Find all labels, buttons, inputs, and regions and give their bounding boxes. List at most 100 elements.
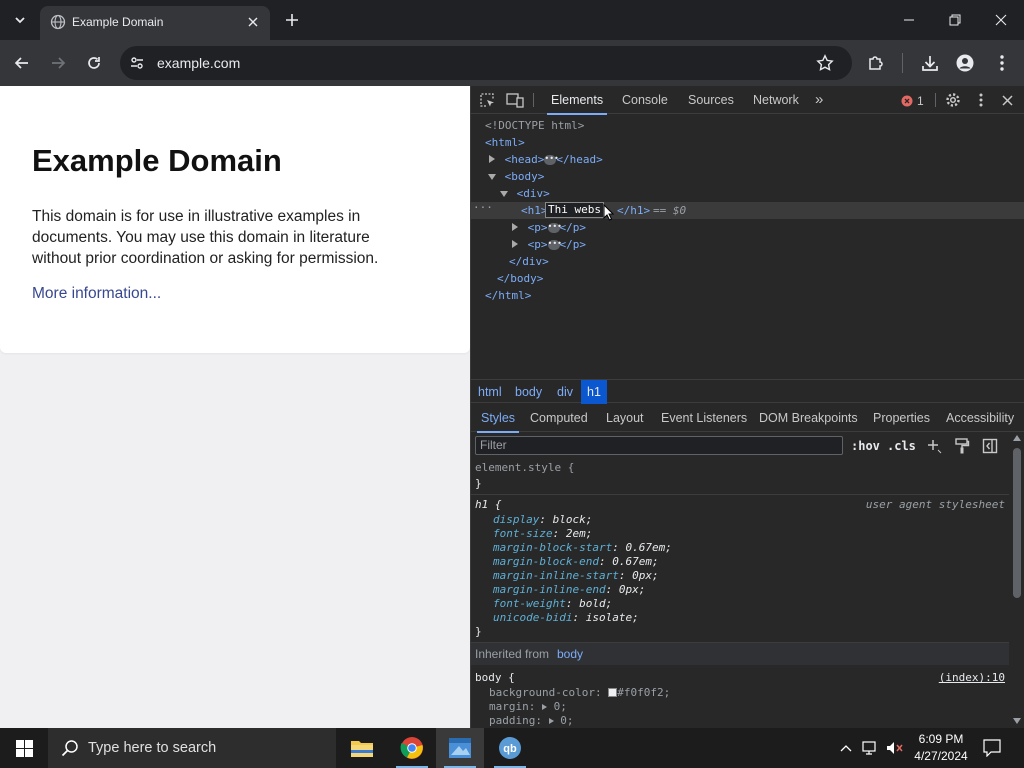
style-declaration[interactable]: font-weight: bold;: [493, 597, 612, 611]
stylesheet-source-link[interactable]: (index):10: [939, 671, 1005, 685]
back-button[interactable]: [10, 51, 34, 75]
more-tabs-button[interactable]: »: [811, 86, 827, 114]
breadcrumb-div[interactable]: div: [551, 380, 579, 404]
profile-button[interactable]: [953, 51, 977, 75]
scrollbar-thumb[interactable]: [1013, 448, 1021, 598]
address-bar[interactable]: example.com: [120, 46, 852, 80]
scroll-down-icon[interactable]: [1013, 718, 1021, 724]
devtools-close-button[interactable]: [998, 91, 1016, 109]
h1-inline-editor[interactable]: Thi webs: [545, 202, 604, 218]
dom-node-h1-selected[interactable]: ··· <h1> Thi webs </h1> == $0: [471, 199, 1024, 221]
tab-console[interactable]: Console: [618, 86, 672, 114]
color-swatch[interactable]: [608, 688, 618, 697]
tab-elements[interactable]: Elements: [547, 86, 608, 115]
downloads-button[interactable]: [918, 51, 942, 75]
scroll-up-icon[interactable]: [1013, 435, 1021, 441]
ellipsis-icon[interactable]: •••: [544, 155, 559, 165]
expand-arrow-icon[interactable]: [512, 223, 518, 231]
volume-muted-icon[interactable]: [886, 740, 904, 756]
site-info-icon[interactable]: [129, 55, 145, 71]
collapse-arrow-icon[interactable]: [500, 191, 508, 197]
expand-arrow-icon[interactable]: [512, 240, 518, 248]
system-clock[interactable]: 6:09 PM 4/27/2024: [906, 731, 976, 765]
inherited-declaration[interactable]: margin: 0;: [489, 700, 567, 714]
tab-properties[interactable]: Properties: [869, 404, 934, 432]
hover-state-toggle[interactable]: :hov: [851, 437, 880, 455]
inherited-declaration[interactable]: padding: 0;: [489, 714, 573, 728]
dom-node-body-close[interactable]: </body>: [497, 270, 543, 287]
style-declaration[interactable]: margin-inline-start: 0px;: [493, 569, 659, 583]
body-selector[interactable]: body {: [475, 671, 515, 685]
taskbar-file-explorer[interactable]: [338, 728, 386, 768]
node-actions-icon[interactable]: ···: [473, 199, 493, 216]
dom-node-html-close[interactable]: </html>: [485, 287, 531, 304]
style-declaration[interactable]: display: block;: [493, 513, 592, 527]
inspect-element-button[interactable]: [478, 91, 496, 109]
ellipsis-icon[interactable]: •••: [547, 240, 562, 250]
start-button[interactable]: [0, 728, 48, 768]
new-tab-button[interactable]: [280, 8, 304, 32]
expand-arrow-icon[interactable]: [489, 155, 495, 163]
tab-sources[interactable]: Sources: [684, 86, 738, 114]
tab-styles[interactable]: Styles: [477, 404, 520, 433]
tab-computed[interactable]: Computed: [526, 404, 592, 432]
inherited-declaration[interactable]: background-color: #f0f0f2;: [489, 686, 670, 700]
tab-search-button[interactable]: [8, 8, 32, 32]
taskbar-qbittorrent[interactable]: qb: [486, 728, 534, 768]
more-information-link[interactable]: More information...: [32, 285, 161, 303]
notification-icon[interactable]: [983, 739, 1001, 757]
browser-menu-button[interactable]: [990, 51, 1014, 75]
dom-node-html[interactable]: <html>: [485, 134, 525, 151]
tab-dom-breakpoints[interactable]: DOM Breakpoints: [755, 404, 862, 432]
device-toolbar-button[interactable]: [506, 91, 524, 109]
breadcrumb-html[interactable]: html: [472, 380, 508, 404]
tab-network[interactable]: Network: [749, 86, 803, 114]
close-window-button[interactable]: [978, 0, 1024, 40]
h1-selector[interactable]: h1 {: [475, 498, 502, 512]
network-icon[interactable]: [862, 740, 880, 756]
inherited-from-link[interactable]: body: [557, 647, 583, 661]
expand-arrow-icon[interactable]: [542, 704, 547, 710]
tab-accessibility[interactable]: Accessibility: [942, 404, 1018, 432]
class-toggle[interactable]: .cls: [887, 437, 916, 455]
tab-layout[interactable]: Layout: [602, 404, 648, 432]
style-declaration[interactable]: unicode-bidi: isolate;: [493, 611, 639, 625]
styles-scrollbar[interactable]: [1011, 432, 1023, 728]
devtools-settings-button[interactable]: [944, 91, 962, 109]
browser-tab[interactable]: Example Domain: [40, 6, 270, 40]
collapse-arrow-icon[interactable]: [488, 174, 496, 180]
reload-button[interactable]: [82, 51, 106, 75]
breadcrumb-h1[interactable]: h1: [581, 380, 607, 404]
dom-node-body[interactable]: <body>: [488, 168, 544, 185]
error-counter[interactable]: 1: [901, 93, 924, 109]
taskbar-app-window[interactable]: [436, 728, 484, 768]
dom-node-head[interactable]: <head>•••</head>: [489, 151, 603, 168]
paint-roller-icon[interactable]: [954, 438, 970, 454]
style-declaration[interactable]: margin-inline-end: 0px;: [493, 583, 645, 597]
taskbar-chrome[interactable]: [388, 728, 436, 768]
chevron-up-icon[interactable]: [840, 743, 852, 753]
restore-button[interactable]: [932, 0, 978, 40]
toggle-sidebar-icon[interactable]: [982, 438, 998, 454]
tab-close-button[interactable]: [244, 13, 262, 31]
dom-node-p[interactable]: <p>•••</p>: [512, 236, 586, 253]
devtools-menu-button[interactable]: [972, 91, 990, 109]
breadcrumb-body[interactable]: body: [509, 380, 548, 404]
style-declaration[interactable]: font-size: 2em;: [493, 527, 592, 541]
new-rule-icon[interactable]: [926, 438, 942, 454]
ellipsis-icon[interactable]: •••: [547, 223, 562, 233]
extensions-button[interactable]: [864, 51, 888, 75]
dom-node-div[interactable]: <div>: [500, 185, 550, 202]
star-icon[interactable]: [816, 54, 834, 72]
dom-node-div-close[interactable]: </div>: [509, 253, 549, 270]
forward-button[interactable]: [46, 51, 70, 75]
style-declaration[interactable]: margin-block-end: 0.67em;: [493, 555, 659, 569]
minimize-button[interactable]: [886, 0, 932, 40]
styles-filter-input[interactable]: Filter: [475, 436, 843, 455]
dom-node-p[interactable]: <p>•••</p>: [512, 219, 586, 236]
tab-event-listeners[interactable]: Event Listeners: [657, 404, 751, 432]
element-style-rule[interactable]: element.style {: [475, 461, 574, 475]
expand-arrow-icon[interactable]: [548, 718, 554, 724]
taskbar-search-box[interactable]: Type here to search: [48, 728, 336, 768]
style-declaration[interactable]: margin-block-start: 0.67em;: [493, 541, 672, 555]
